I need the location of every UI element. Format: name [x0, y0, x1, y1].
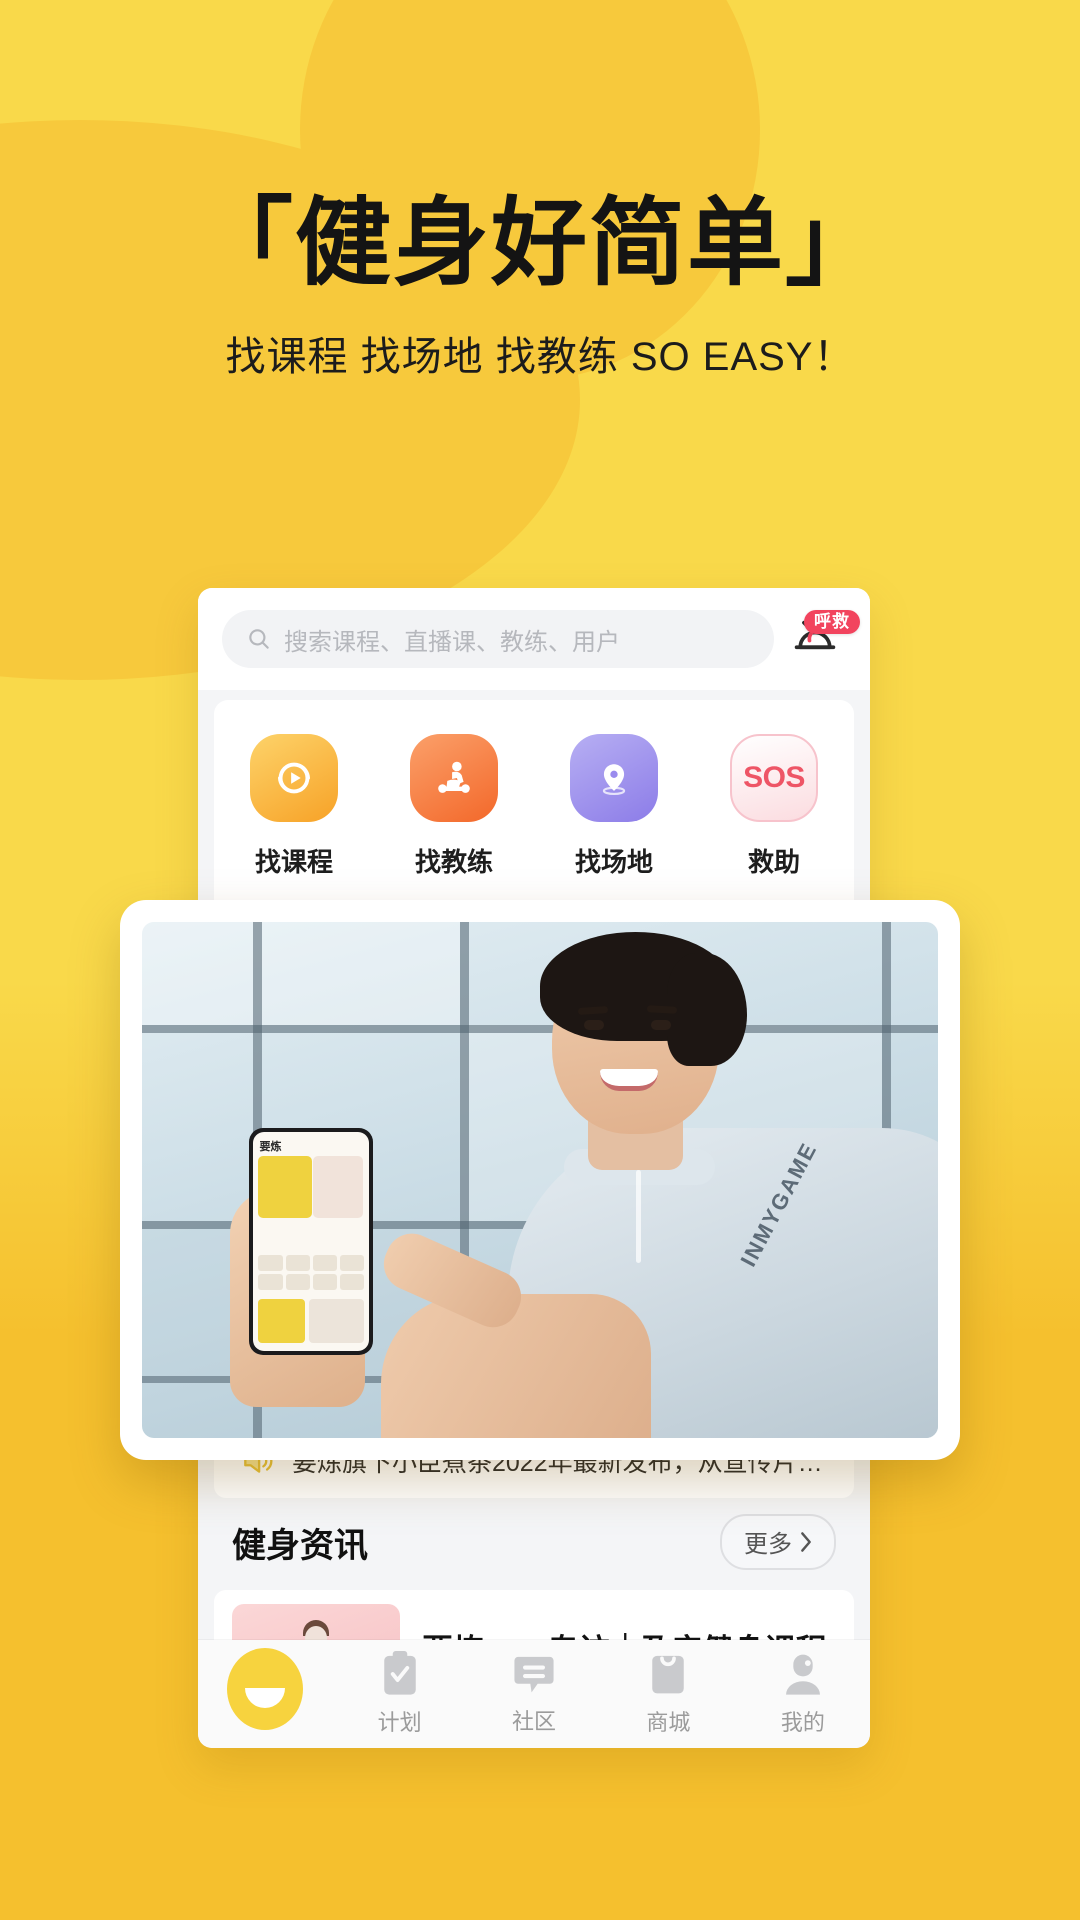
window-mullion	[142, 1025, 938, 1034]
quick-action-find-course[interactable]: 找课程	[214, 734, 374, 879]
shopping-bag-icon	[647, 1651, 689, 1697]
held-phone-app-brand: 要炼	[259, 1141, 282, 1154]
tab-label: 商城	[646, 1710, 691, 1735]
tab-home[interactable]	[198, 1648, 332, 1740]
model-hair-side	[667, 952, 747, 1067]
fitness-person-icon	[410, 734, 498, 822]
search-icon	[246, 626, 272, 652]
held-phone-card-secondary	[308, 1298, 364, 1343]
clipboard-check-icon	[378, 1651, 422, 1697]
yaolian-smiley-logo	[227, 1648, 304, 1730]
tab-label: 社区	[512, 1709, 557, 1734]
quick-action-label: 找课程	[254, 847, 333, 877]
sos-text: SOS	[743, 761, 805, 794]
app-header: 搜索课程、直播课、教练、用户 呼救	[198, 588, 870, 690]
location-pin-icon	[570, 734, 658, 822]
model-eye	[583, 1020, 604, 1031]
news-more-button[interactable]: 更多	[720, 1514, 836, 1570]
tab-label: 计划	[377, 1710, 422, 1735]
held-phone-banner-secondary	[313, 1156, 364, 1218]
search-input[interactable]: 搜索课程、直播课、教练、用户	[222, 610, 774, 668]
quick-actions-row: 找课程 找教练 找场地 SOS 救助	[214, 734, 854, 879]
model-zipper	[635, 1169, 641, 1263]
page-subtitle: 找课程 找场地 找教练 SO EASY！	[225, 334, 855, 379]
model-eye	[651, 1020, 672, 1031]
news-section-header: 健身资讯 更多	[198, 1514, 870, 1570]
tab-community[interactable]: 社区	[467, 1652, 601, 1736]
quick-action-find-venue[interactable]: 找场地	[534, 734, 694, 879]
quick-action-label: 找教练	[414, 847, 493, 877]
held-phone: 要炼	[249, 1128, 373, 1356]
news-section-title: 健身资讯	[232, 1526, 368, 1565]
quick-action-sos[interactable]: SOS 救助	[694, 734, 854, 879]
alarm-badge: 呼救	[804, 610, 860, 634]
play-circle-icon	[250, 734, 338, 822]
chat-bubble-icon	[512, 1652, 556, 1696]
page-title: 「健身好简单」	[197, 190, 883, 297]
fitness-model-holding-phone-photo: INMYGAME 要炼	[142, 922, 938, 1438]
quick-action-find-coach[interactable]: 找教练	[374, 734, 534, 879]
held-phone-banner	[258, 1156, 312, 1218]
tab-shop[interactable]: 商城	[601, 1651, 735, 1737]
held-phone-screen: 要炼	[253, 1132, 369, 1352]
sos-icon: SOS	[730, 734, 818, 822]
user-profile-icon	[782, 1651, 824, 1697]
model-eyebrow	[646, 1004, 677, 1014]
quick-action-label: 找场地	[574, 847, 653, 877]
model-arm	[380, 1293, 652, 1438]
tab-label: 我的	[780, 1710, 825, 1735]
held-phone-card	[258, 1298, 305, 1343]
window-glass-pane	[142, 922, 461, 1026]
search-placeholder-text: 搜索课程、直播课、教练、用户	[284, 628, 620, 656]
model-smile	[599, 1069, 658, 1092]
held-phone-icon-grid	[258, 1255, 364, 1291]
bottom-tabbar: 计划 社区 商城 我的	[198, 1640, 870, 1748]
tab-plan[interactable]: 计划	[332, 1651, 466, 1737]
quick-action-label: 救助	[747, 847, 800, 877]
chevron-right-icon	[798, 1531, 814, 1553]
news-more-label: 更多	[744, 1531, 792, 1558]
hero-text-block: 「健身好简单」 找课程 找场地 找教练 SO EASY！	[0, 190, 1080, 382]
alarm-bell-button[interactable]: 呼救	[788, 608, 860, 670]
tab-mine[interactable]: 我的	[736, 1651, 870, 1737]
smiley-mouth	[245, 1688, 286, 1708]
hero-photo-card: INMYGAME 要炼	[120, 900, 960, 1460]
